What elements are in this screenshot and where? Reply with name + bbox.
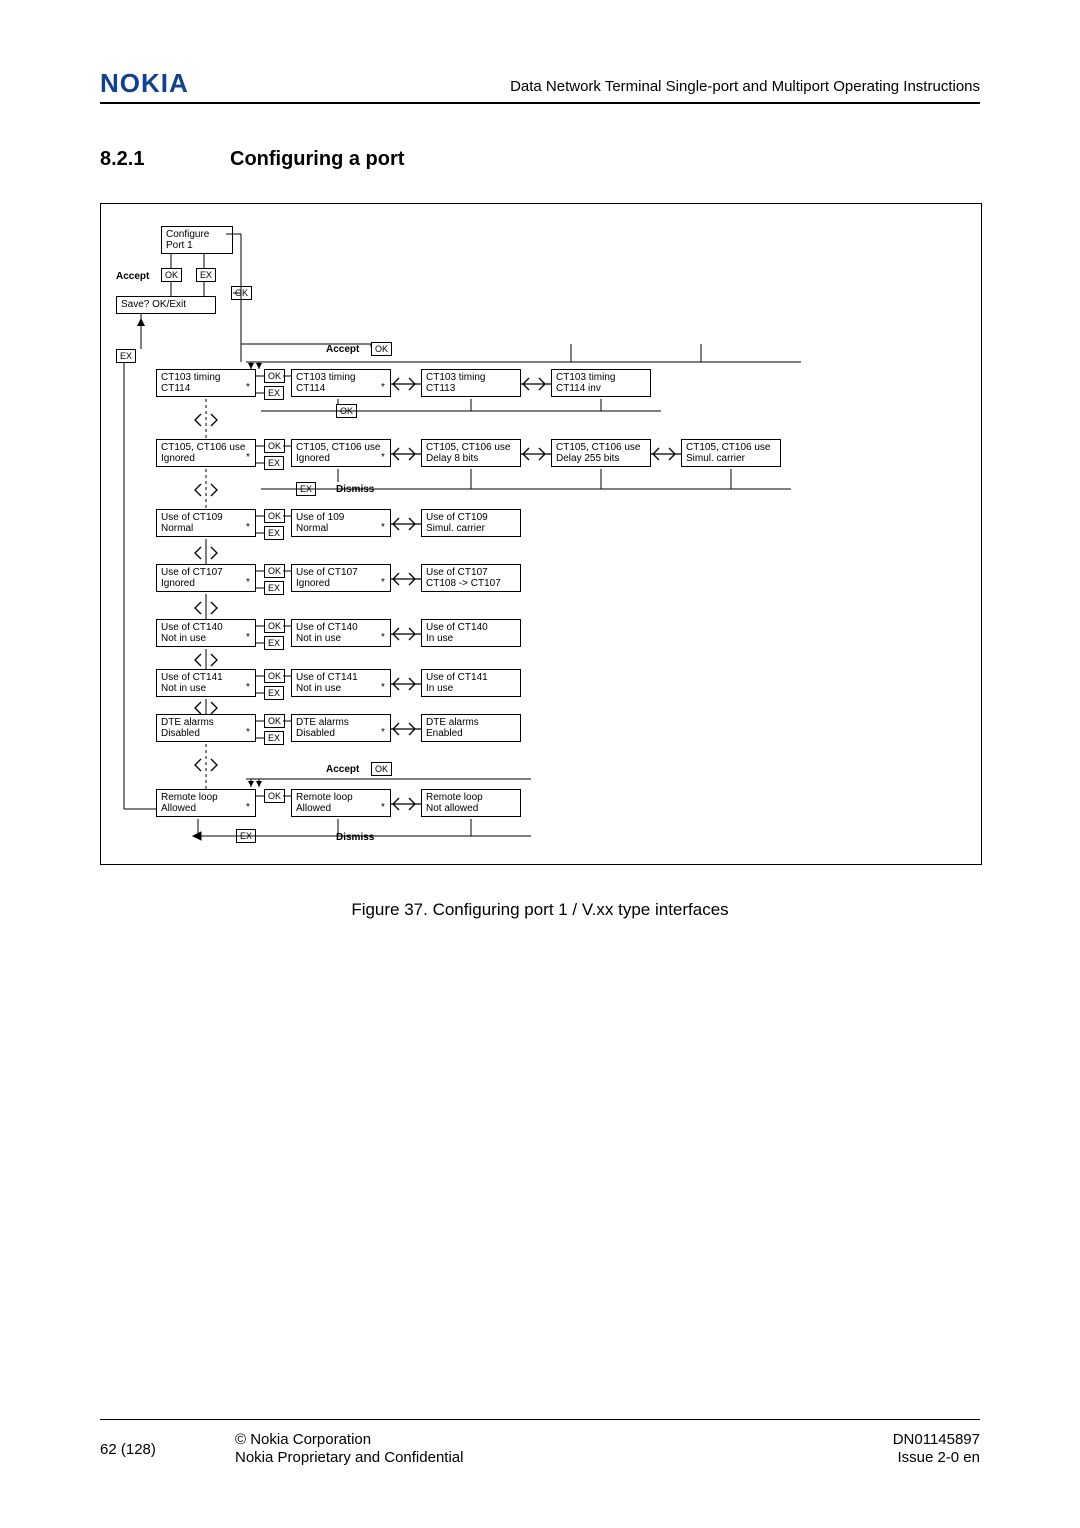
footer-page: 62 (128) xyxy=(100,1441,156,1458)
section-number: 8.2.1 xyxy=(100,148,144,171)
footer-docnum: DN01145897 xyxy=(893,1431,980,1448)
figure-caption: Figure 37. Configuring port 1 / V.xx typ… xyxy=(0,900,1080,920)
footer-rule xyxy=(100,1419,980,1420)
footer-confidential: Nokia Proprietary and Confidential xyxy=(235,1449,463,1466)
section-title: Configuring a port xyxy=(230,148,404,171)
header-rule xyxy=(100,102,980,104)
figure-diagram: Configure Port 1 Accept OK EX OK Save? O… xyxy=(100,203,982,865)
page-header-title: Data Network Terminal Single-port and Mu… xyxy=(510,78,980,95)
footer-issue: Issue 2-0 en xyxy=(897,1449,980,1466)
footer-copyright: © Nokia Corporation xyxy=(235,1431,371,1448)
logo: NOKIA xyxy=(100,68,189,99)
